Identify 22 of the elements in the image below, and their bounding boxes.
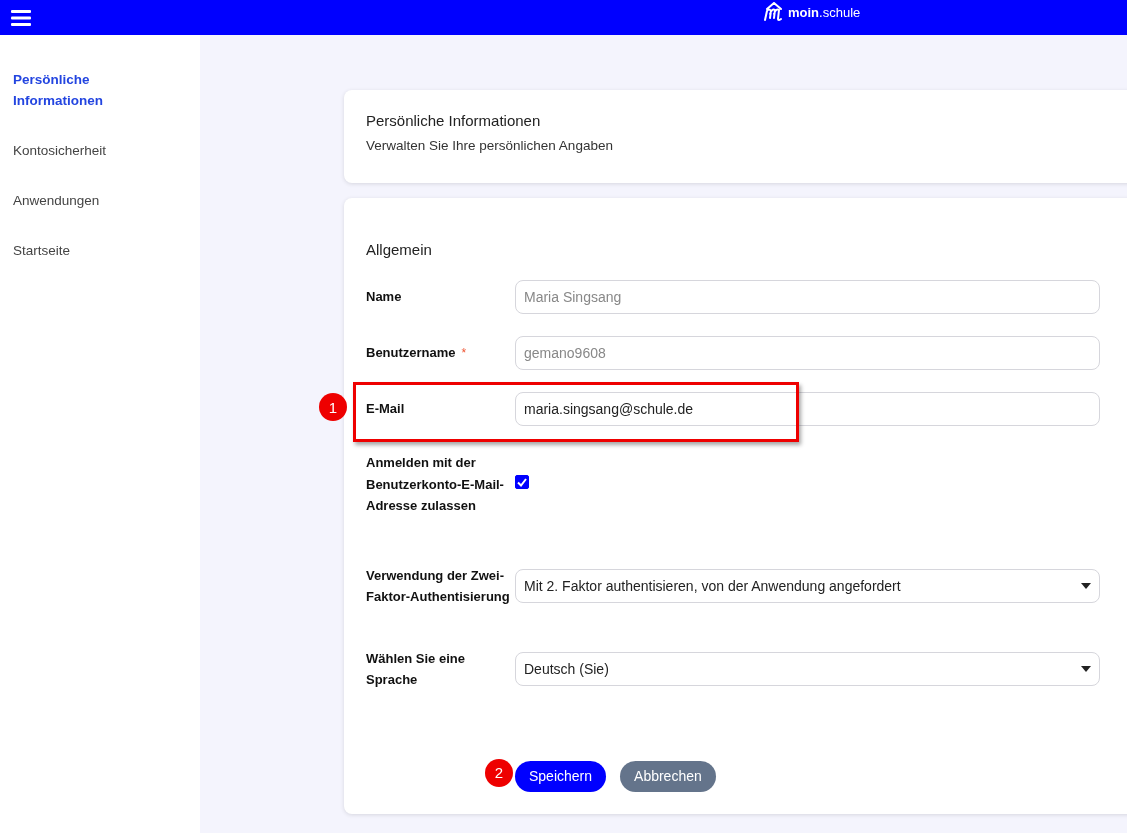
sidebar-item[interactable]: Kontosicherheit (0, 140, 156, 161)
field-label: E-Mail (366, 400, 406, 419)
card-title: Persönliche Informationen (366, 112, 542, 129)
sidebar-item[interactable]: Persönliche Informationen (0, 69, 156, 111)
card-subtitle: Verwalten Sie Ihre persönlichen Angaben (366, 138, 614, 153)
sidebar-item[interactable]: Anwendungen (0, 190, 156, 211)
field-label: Name (366, 288, 403, 307)
step-badge: 1 (319, 393, 347, 421)
required-mark: * (461, 346, 467, 360)
button[interactable]: Abbrechen (620, 760, 716, 792)
step-badge: 2 (485, 758, 513, 787)
sidebar-item[interactable]: Startseite (0, 240, 156, 261)
button[interactable]: Speichern (515, 760, 607, 792)
dropdown[interactable]: Mit 2. Faktor authentisieren, von der Anwendung angefordert (515, 569, 1100, 603)
field-label: Wählen Sie eine Sprache (366, 649, 466, 689)
text-field[interactable]: maria.singsang@schule.de (515, 392, 1100, 426)
section-heading: Allgemein (366, 241, 433, 258)
field-label: Anmelden mit der Benutzerkonto-E-Mail-Adresse zulassen (366, 454, 505, 515)
field-label: Verwendung der Zwei-Faktor-Authentisierung (366, 566, 511, 606)
dropdown[interactable]: Deutsch (Sie) (515, 652, 1100, 686)
field-label: Benutzername (366, 344, 456, 363)
logo-text: moin.schule (788, 4, 861, 20)
